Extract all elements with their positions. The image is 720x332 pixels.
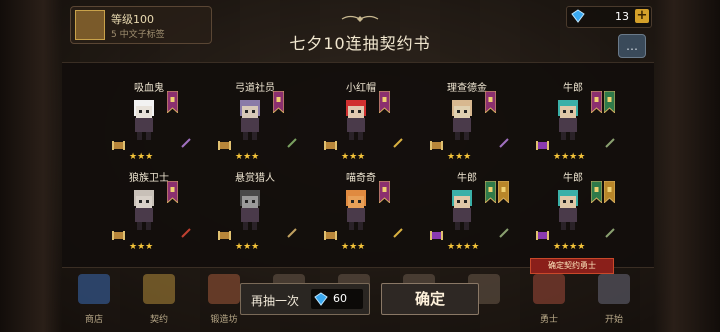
element-banner-icon <box>498 181 509 203</box>
weapon-icon <box>393 138 403 148</box>
star-rating: ★★★★ <box>553 242 586 252</box>
nav-item-icon <box>78 274 110 304</box>
gem-counter: 13 + <box>566 6 652 28</box>
hero-name: 弓道社员 <box>235 83 275 94</box>
class-banner-icon <box>167 91 178 113</box>
star-rating: ★★★★ <box>447 242 480 252</box>
confirm-button[interactable]: 确定 <box>381 283 479 315</box>
star-rating: ★★★ <box>235 242 260 252</box>
hero-card[interactable]: 牛郎 ★★★★ <box>520 152 626 252</box>
contract-scroll-icon <box>324 141 337 150</box>
contract-scroll-icon <box>112 231 125 240</box>
weapon-icon <box>181 228 191 238</box>
hero-name: 吸血鬼 <box>134 83 164 94</box>
nav-item-icon <box>208 274 240 304</box>
hero-sprite-icon <box>558 190 578 230</box>
contract-scroll-icon <box>536 141 549 150</box>
hero-card[interactable]: 狼族卫士 ★★★ <box>96 152 202 252</box>
player-level: 等级100 <box>111 13 154 26</box>
nav-item-label: 开始 <box>604 315 623 325</box>
weapon-icon <box>181 138 191 148</box>
class-banner-icon <box>273 91 284 113</box>
weapon-icon <box>605 138 615 148</box>
hero-sprite-icon <box>452 190 472 230</box>
redraw-cost: 60 <box>311 289 363 309</box>
class-banner-icon <box>485 181 496 203</box>
dialog-title: 七夕10连抽契约书 <box>289 34 431 53</box>
redraw-label: 再抽一次 <box>251 294 300 308</box>
weapon-icon <box>287 138 297 148</box>
hero-card[interactable]: 悬赏猎人 ★★★ <box>202 152 308 252</box>
weapon-icon <box>605 228 615 238</box>
hero-name: 理查德金 <box>447 83 487 94</box>
contract-scroll-icon <box>430 141 443 150</box>
hero-card[interactable]: 小红帽 ★★★ <box>308 62 414 162</box>
hero-card[interactable]: 理查德金 ★★★ <box>414 62 520 162</box>
weapon-icon <box>499 138 509 148</box>
hero-sprite-icon <box>346 190 366 230</box>
hero-card[interactable]: 牛郎 ★★★★ <box>414 152 520 252</box>
hero-sprite-icon <box>240 190 260 230</box>
contract-scroll-icon <box>112 141 125 150</box>
hero-sprite-icon <box>134 190 154 230</box>
nav-item-label: 商店 <box>84 315 103 325</box>
class-banner-icon <box>591 91 602 113</box>
nav-item-icon <box>533 274 565 304</box>
hero-name: 狼族卫士 <box>129 173 169 184</box>
nav-item[interactable]: 开始 <box>590 272 638 332</box>
redraw-cost-value: 60 <box>333 292 347 305</box>
hero-name: 喵奇奇 <box>346 173 376 184</box>
class-banner-icon <box>379 181 390 203</box>
contract-scroll-icon <box>218 231 231 240</box>
class-banner-icon <box>591 181 602 203</box>
contract-scroll-icon <box>324 231 337 240</box>
add-gems-button[interactable]: + <box>635 9 649 23</box>
nav-item-icon <box>143 274 175 304</box>
class-banner-icon <box>167 181 178 203</box>
diamond-icon <box>571 9 585 23</box>
hero-sprite-icon <box>452 100 472 140</box>
contract-scroll-icon <box>218 141 231 150</box>
class-banner-icon <box>485 91 496 113</box>
redraw-button[interactable]: 再抽一次 60 <box>240 283 370 315</box>
nav-item-label: 勇士 <box>539 315 558 325</box>
gem-count: 13 <box>615 10 629 23</box>
hero-sprite-icon <box>558 100 578 140</box>
nav-item[interactable]: 勇士 <box>525 272 573 332</box>
hero-name: 悬赏猎人 <box>235 173 275 184</box>
diamond-icon <box>314 292 328 306</box>
hero-sprite-icon <box>346 100 366 140</box>
contract-scroll-icon <box>430 231 443 240</box>
element-banner-icon <box>604 181 615 203</box>
hero-card[interactable]: 牛郎 ★★★★ <box>520 62 626 162</box>
nav-item[interactable]: 契约 <box>135 272 183 332</box>
star-rating: ★★★ <box>129 242 154 252</box>
nav-item-label: 契约 <box>149 315 168 325</box>
hero-card[interactable]: 弓道社员 ★★★ <box>202 62 308 162</box>
hero-sprite-icon <box>240 100 260 140</box>
hero-sprite-icon <box>134 100 154 140</box>
title-ornament-icon <box>341 15 379 22</box>
weapon-icon <box>499 228 509 238</box>
weapon-icon <box>393 228 403 238</box>
hero-name: 小红帽 <box>346 83 376 94</box>
hero-card[interactable]: 吸血鬼 ★★★ <box>96 62 202 162</box>
class-banner-icon <box>379 91 390 113</box>
hero-card[interactable]: 喵奇奇 ★★★ <box>308 152 414 252</box>
contract-scroll-icon <box>536 231 549 240</box>
weapon-icon <box>287 228 297 238</box>
element-banner-icon <box>604 91 615 113</box>
nav-item[interactable]: 商店 <box>70 272 118 332</box>
nav-item-icon <box>598 274 630 304</box>
star-rating: ★★★ <box>341 242 366 252</box>
